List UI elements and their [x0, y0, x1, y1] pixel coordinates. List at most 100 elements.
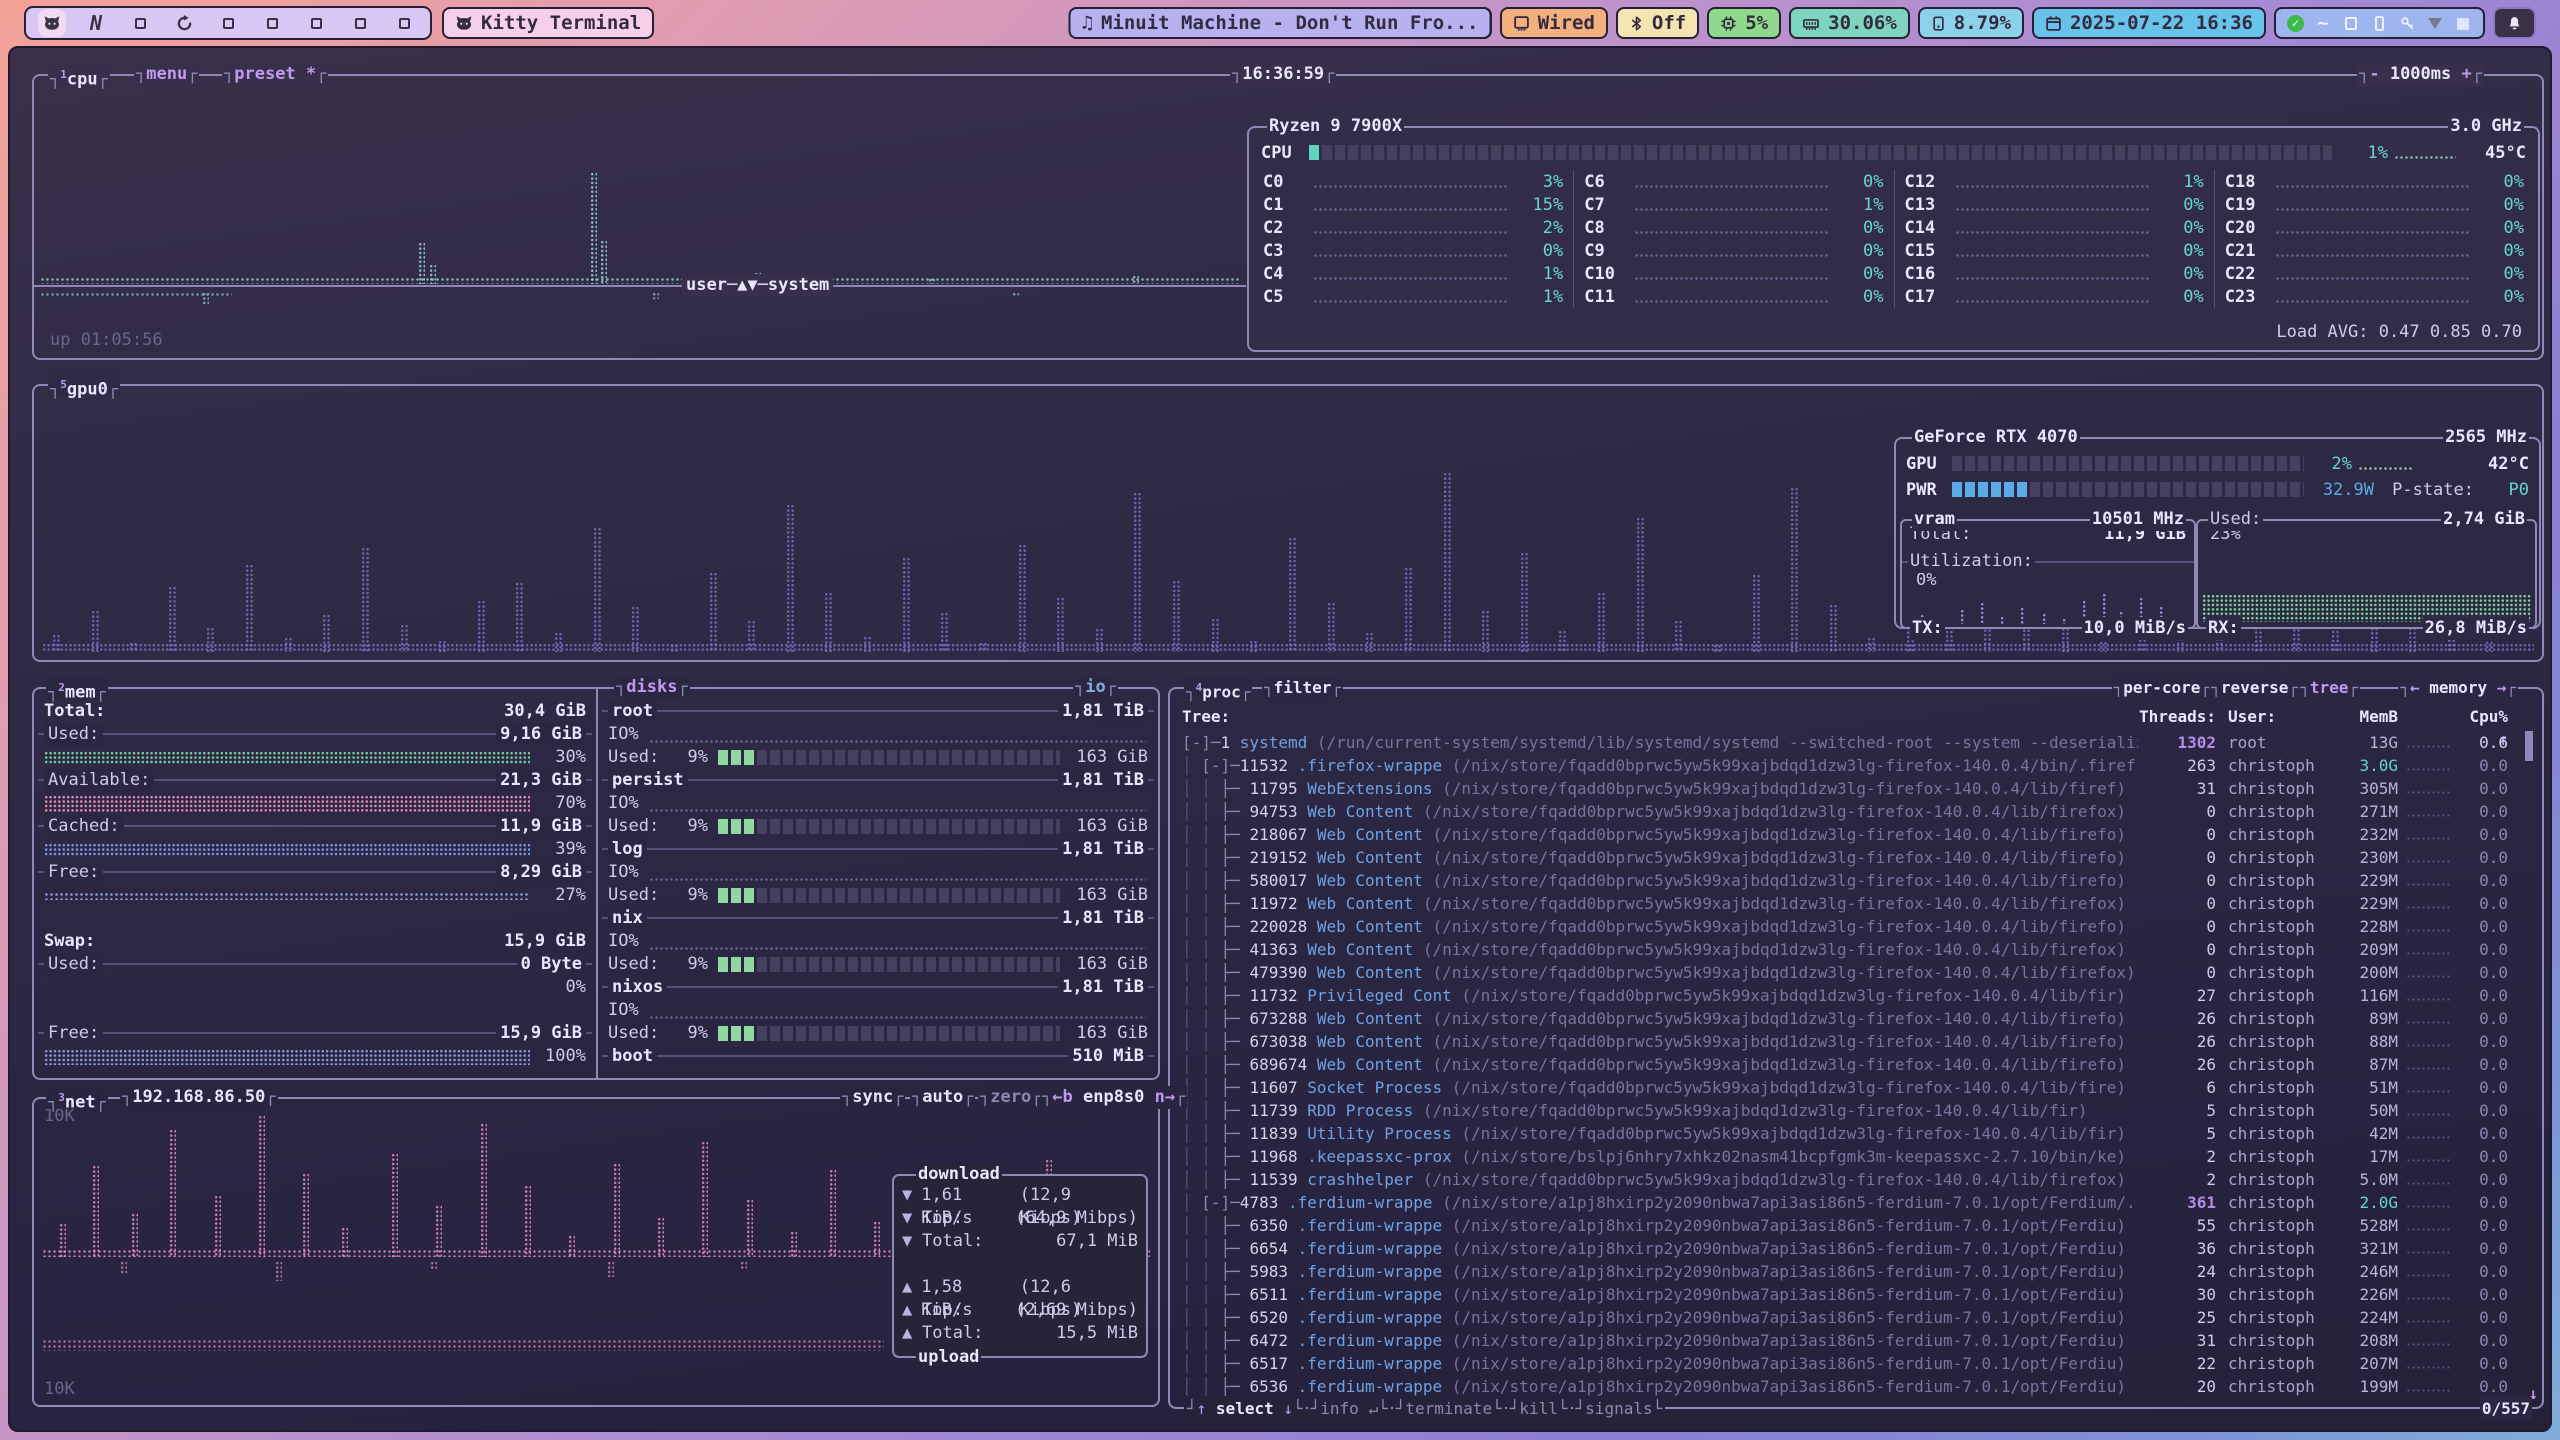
media-player-button[interactable]: ♫ Minuit Machine - Don't Run Fro...: [1069, 7, 1492, 39]
update-interval-control[interactable]: ┐- 1000ms +┌: [2357, 63, 2484, 86]
process-row[interactable]: │ │ ├─ 11968 .keepassxc-prox (/nix/store…: [1182, 1145, 2508, 1168]
sort-column-switcher[interactable]: ┐← memory →┌: [2398, 676, 2518, 699]
col-tree[interactable]: Tree:: [1182, 705, 2138, 728]
process-row[interactable]: │ │ ├─ 673288 Web Content (/nix/store/fq…: [1182, 1007, 2508, 1030]
process-row[interactable]: │ │ ├─ 219152 Web Content (/nix/store/fq…: [1182, 846, 2508, 869]
process-row[interactable]: │ [-]─4783 .ferdium-wrappe (/nix/store/a…: [1182, 1191, 2508, 1214]
io-mode-button[interactable]: ┐io┌: [1073, 676, 1118, 699]
iface-prev-button[interactable]: ←b: [1052, 1087, 1072, 1107]
workspace-8-empty-icon[interactable]: [350, 13, 370, 33]
sort-next-arrow[interactable]: →: [2497, 678, 2507, 697]
info-button[interactable]: ┘info ↵└: [1308, 1397, 1391, 1420]
net-stat-down-1: ▼Top:(64,9 Mibps): [902, 1207, 1138, 1230]
cpu-panel-title[interactable]: ┐1cpu┌: [48, 63, 110, 86]
process-row[interactable]: │ │ ├─ 11839 Utility Process (/nix/store…: [1182, 1122, 2508, 1145]
process-row[interactable]: │ │ ├─ 218067 Web Content (/nix/store/fq…: [1182, 823, 2508, 846]
select-control[interactable]: ┘↑ select ↓└: [1184, 1397, 1306, 1420]
load-average: Load AVG: 0.47 0.85 0.70: [2276, 322, 2522, 342]
status-memory[interactable]: 30.06%: [1789, 7, 1910, 39]
interval-plus-button[interactable]: +: [2462, 64, 2472, 84]
process-row[interactable]: │ │ ├─ 6472 .ferdium-wrappe (/nix/store/…: [1182, 1329, 2508, 1352]
process-row[interactable]: │ │ ├─ 6350 .ferdium-wrappe (/nix/store/…: [1182, 1214, 2508, 1237]
process-row[interactable]: │ │ ├─ 673038 Web Content (/nix/store/fq…: [1182, 1030, 2508, 1053]
tray-triangle-icon[interactable]: [2426, 14, 2444, 32]
net-auto-button[interactable]: ┐auto┌: [910, 1086, 975, 1109]
process-row[interactable]: │ │ ├─ 220028 Web Content (/nix/store/fq…: [1182, 915, 2508, 938]
notifications-bell-button[interactable]: [2493, 7, 2536, 39]
process-row[interactable]: │ │ ├─ 11607 Socket Process (/nix/store/…: [1182, 1076, 2508, 1099]
tray-phone-icon[interactable]: [2370, 14, 2388, 32]
col-threads[interactable]: Threads:: [2138, 705, 2216, 728]
filter-button[interactable]: ┐filter┌: [1262, 676, 1343, 699]
mem-panel-title[interactable]: ┐2mem┌: [46, 676, 108, 699]
active-window-button[interactable]: Kitty Terminal: [442, 7, 654, 39]
process-row[interactable]: [-]─1 systemd (/run/current-system/syste…: [1182, 731, 2508, 754]
core-C3: C30%: [1253, 239, 1573, 262]
proc-panel-title[interactable]: ┐4proc┌: [1184, 676, 1252, 699]
cpu-graph-legend[interactable]: user─▲▼─system: [682, 274, 833, 297]
status-bar: N Kitty Terminal ♫ Minuit Machine - Don'…: [0, 0, 2560, 46]
tray-key-icon[interactable]: [2398, 14, 2416, 32]
tray-wave-icon[interactable]: ~: [2314, 14, 2332, 32]
workspace-7-empty-icon[interactable]: [306, 13, 326, 33]
per-core-button[interactable]: ┐per-core┌: [2112, 676, 2212, 699]
gpu-panel-title[interactable]: ┐5gpu0┌: [48, 373, 120, 396]
status-disk[interactable]: 8.79%: [1918, 7, 2024, 39]
col-memb[interactable]: MemB: [2334, 705, 2398, 728]
terminate-button[interactable]: ┘terminate└: [1393, 1397, 1505, 1420]
process-row[interactable]: │ │ ├─ 11732 Privileged Cont (/nix/store…: [1182, 984, 2508, 1007]
disks-panel-title[interactable]: ┐disks┌: [614, 676, 690, 699]
interval-minus-button[interactable]: -: [2369, 64, 2379, 84]
scrollbar-thumb[interactable]: [2525, 731, 2533, 761]
process-row[interactable]: │ │ ├─ 6517 .ferdium-wrappe (/nix/store/…: [1182, 1352, 2508, 1375]
workspace-9-empty-icon[interactable]: [394, 13, 414, 33]
process-row[interactable]: │ │ ├─ 580017 Web Content (/nix/store/fq…: [1182, 869, 2508, 892]
status-cpu[interactable]: 5%: [1707, 7, 1781, 39]
process-row[interactable]: │ │ ├─ 11739 RDD Process (/nix/store/fqa…: [1182, 1099, 2508, 1122]
process-row[interactable]: │ │ ├─ 479390 Web Content (/nix/store/fq…: [1182, 961, 2508, 984]
tray-clipboard-icon[interactable]: [2342, 14, 2360, 32]
process-row[interactable]: │ │ ├─ 5983 .ferdium-wrappe (/nix/store/…: [1182, 1260, 2508, 1283]
process-row[interactable]: │ │ ├─ 41363 Web Content (/nix/store/fqa…: [1182, 938, 2508, 961]
process-row[interactable]: │ [-]─11532 .firefox-wrappe (/nix/store/…: [1182, 754, 2508, 777]
reverse-button[interactable]: ┐reverse┌: [2209, 676, 2300, 699]
process-row[interactable]: │ │ ├─ 6520 .ferdium-wrappe (/nix/store/…: [1182, 1306, 2508, 1329]
process-row[interactable]: │ │ ├─ 689674 Web Content (/nix/store/fq…: [1182, 1053, 2508, 1076]
workspace-2-nix-icon[interactable]: N: [86, 13, 106, 33]
workspace-4-restart-icon[interactable]: [174, 13, 194, 33]
workspace-5-empty-icon[interactable]: [218, 13, 238, 33]
tray-check-icon[interactable]: ✓: [2287, 15, 2304, 32]
process-row[interactable]: │ │ ├─ 6511 .ferdium-wrappe (/nix/store/…: [1182, 1283, 2508, 1306]
mem-graph-row: 70%: [44, 792, 586, 815]
menu-button[interactable]: ┐menu┌: [134, 63, 199, 86]
net-sync-button[interactable]: ┐sync┌: [840, 1086, 905, 1109]
process-row[interactable]: │ │ ├─ 11795 WebExtensions (/nix/store/f…: [1182, 777, 2508, 800]
col-user[interactable]: User:: [2216, 705, 2334, 728]
workspace-6-empty-icon[interactable]: [262, 13, 282, 33]
process-row[interactable]: │ │ ├─ 94753 Web Content (/nix/store/fqa…: [1182, 800, 2508, 823]
net-interface-switcher[interactable]: ┐←b enp8s0 n→┌: [1040, 1086, 1187, 1109]
cpu-user-graph: [40, 88, 1240, 284]
pstate-value: P0: [2474, 480, 2529, 500]
net-panel-title[interactable]: ┐3net┌: [46, 1086, 108, 1109]
iface-next-button[interactable]: n→: [1155, 1087, 1175, 1107]
net-zero-button[interactable]: ┐zero┌: [978, 1086, 1043, 1109]
status-bluetooth[interactable]: Off: [1616, 7, 1699, 39]
preset-button[interactable]: ┐preset *┌: [222, 63, 328, 86]
kill-button[interactable]: ┘kill└: [1507, 1397, 1571, 1420]
process-row[interactable]: │ │ ├─ 6536 .ferdium-wrappe (/nix/store/…: [1182, 1375, 2508, 1398]
tray-keyboard-icon[interactable]: ▦: [2454, 14, 2472, 32]
sort-prev-arrow[interactable]: ←: [2410, 678, 2420, 697]
process-scrollbar[interactable]: [2524, 731, 2534, 1381]
process-row[interactable]: │ │ ├─ 11972 Web Content (/nix/store/fqa…: [1182, 892, 2508, 915]
workspace-3-empty-icon[interactable]: [130, 13, 150, 33]
workspace-1-kitty-icon[interactable]: [42, 13, 62, 33]
status-clock[interactable]: 2025-07-22 16:36: [2032, 7, 2266, 39]
col-cpu[interactable]: Cpu% ↑: [2452, 705, 2508, 728]
process-row[interactable]: │ │ ├─ 11539 crashhelper (/nix/store/fqa…: [1182, 1168, 2508, 1191]
signals-button[interactable]: ┘signals└: [1573, 1397, 1666, 1420]
tree-button[interactable]: ┐tree┌: [2298, 676, 2360, 699]
process-row[interactable]: │ │ ├─ 6654 .ferdium-wrappe (/nix/store/…: [1182, 1237, 2508, 1260]
download-label: download: [916, 1163, 1002, 1186]
status-network[interactable]: Wired: [1500, 7, 1608, 39]
